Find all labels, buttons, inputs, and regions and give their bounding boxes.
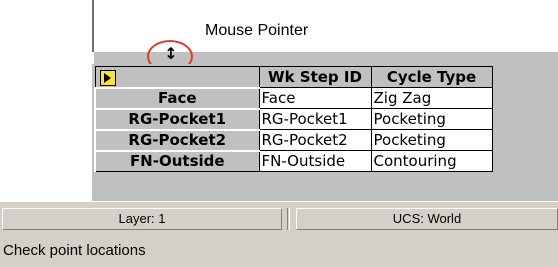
cell-cycle-type[interactable]: Zig Zag [370, 87, 493, 109]
row-header[interactable]: Face [94, 86, 260, 109]
vertical-resize-cursor-icon: ↕ [164, 44, 178, 63]
prompt-message: Check point locations [3, 242, 146, 259]
cell-cycle-type[interactable]: Pocketing [370, 129, 493, 151]
cell-wk-step-id[interactable]: FN-Outside [258, 150, 372, 172]
row-header[interactable]: RG-Pocket1 [94, 107, 260, 130]
operations-table: Wk Step ID Cycle Type Face Face Zig Zag … [94, 66, 493, 172]
column-header-cycle-type[interactable]: Cycle Type [370, 66, 493, 88]
row-header[interactable]: FN-Outside [94, 149, 260, 172]
row-marker-icon [99, 70, 116, 86]
cell-wk-step-id[interactable]: RG-Pocket2 [258, 129, 372, 151]
status-bar: Layer: 1 UCS: World [0, 201, 558, 234]
table-row[interactable]: RG-Pocket1 RG-Pocket1 Pocketing [94, 107, 493, 130]
table-row[interactable]: RG-Pocket2 RG-Pocket2 Pocketing [94, 128, 493, 151]
cell-cycle-type[interactable]: Pocketing [370, 108, 493, 130]
viewport-area [0, 0, 94, 52]
cell-wk-step-id[interactable]: Face [258, 87, 372, 109]
cell-cycle-type[interactable]: Contouring [370, 150, 493, 172]
ucs-status[interactable]: UCS: World [296, 208, 558, 230]
column-header-wk-step-id[interactable]: Wk Step ID [258, 66, 372, 88]
table-header-row: Wk Step ID Cycle Type [94, 66, 493, 88]
table-row[interactable]: FN-Outside FN-Outside Contouring [94, 149, 493, 172]
prompt-line: Check point locations [0, 233, 558, 267]
select-all-corner[interactable] [94, 66, 260, 88]
table-row[interactable]: Face Face Zig Zag [94, 86, 493, 109]
cell-wk-step-id[interactable]: RG-Pocket1 [258, 108, 372, 130]
mouse-pointer-annotation: Mouse Pointer [205, 22, 309, 39]
status-divider [287, 208, 290, 230]
row-header[interactable]: RG-Pocket2 [94, 128, 260, 151]
layer-status[interactable]: Layer: 1 [2, 208, 282, 230]
